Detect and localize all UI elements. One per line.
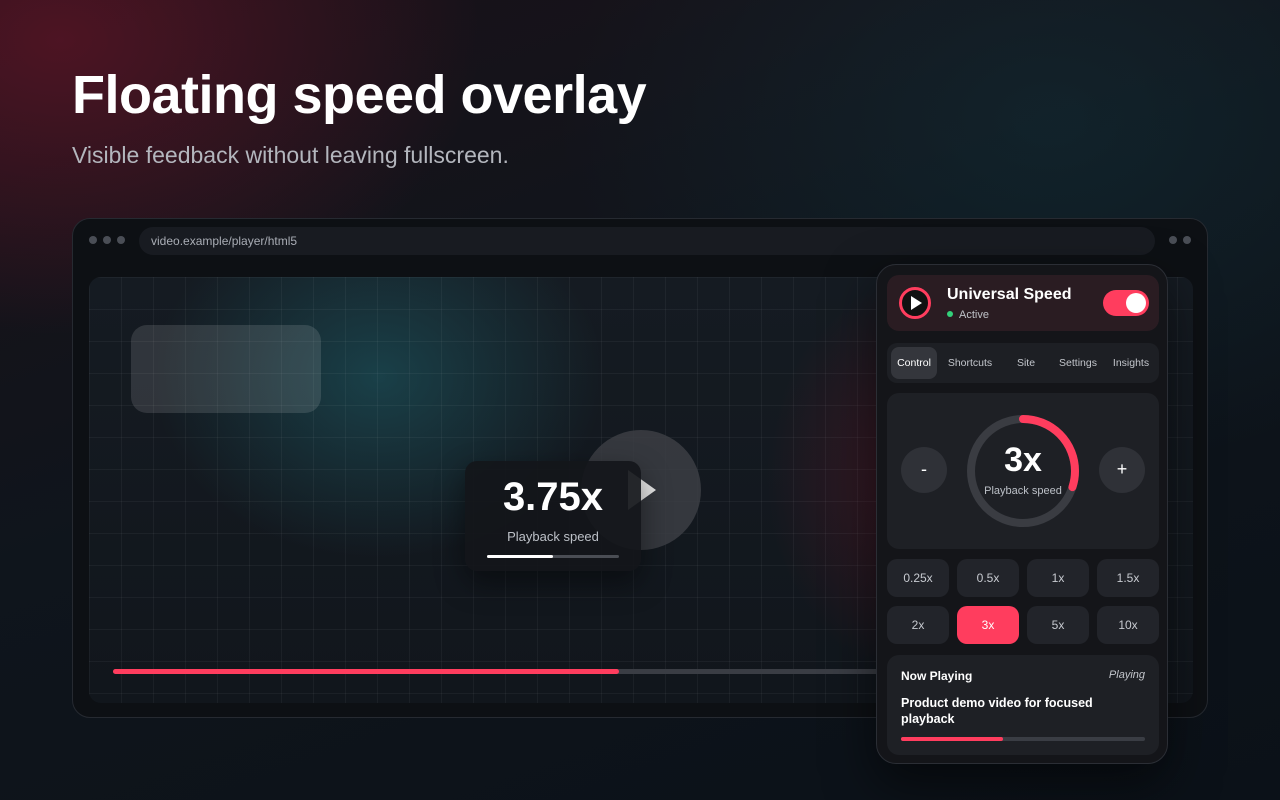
now-playing-description: Product demo video for focused playback: [901, 696, 1093, 726]
browser-toolbar: video.example/player/html5: [73, 219, 1207, 261]
hero-title: Floating speed overlay: [72, 65, 647, 125]
preset-button[interactable]: 0.25x: [887, 559, 949, 597]
tab-shortcuts[interactable]: Shortcuts: [941, 347, 999, 379]
browser-menu-dot-icon[interactable]: [1169, 236, 1177, 244]
preset-button[interactable]: 0.5x: [957, 559, 1019, 597]
overlay-indicator-track: [487, 555, 619, 558]
playback-status: Playing: [1108, 669, 1145, 681]
current-speed-label: Playback speed: [984, 485, 1062, 497]
app-logo-icon: [899, 287, 931, 319]
now-playing-title: Now Playing: [901, 669, 973, 683]
overlay-speed-value: 3.75x: [502, 475, 604, 519]
now-playing-progress[interactable]: [901, 737, 1145, 741]
tab-site[interactable]: Site: [1003, 347, 1049, 379]
speed-control-card: - 3x Playback speed +: [887, 393, 1159, 549]
preset-button-selected[interactable]: 3x: [957, 606, 1019, 644]
popup-header: Universal Speed Active: [887, 275, 1159, 331]
address-bar[interactable]: video.example/player/html5: [139, 227, 1155, 255]
browser-menu-dot-icon[interactable]: [1183, 236, 1191, 244]
tab-control[interactable]: Control: [891, 347, 937, 379]
status-text: Active: [959, 309, 989, 321]
status-indicator: Active: [947, 309, 989, 321]
now-playing-card: Now Playing Playing Product demo video f…: [887, 655, 1159, 755]
preset-button[interactable]: 1x: [1027, 559, 1089, 597]
status-dot-icon: [947, 311, 953, 317]
window-dot-icon[interactable]: [89, 236, 97, 244]
preset-button[interactable]: 10x: [1097, 606, 1159, 644]
preset-button[interactable]: 5x: [1027, 606, 1089, 644]
current-speed-value: 3x: [1004, 441, 1042, 479]
preset-button[interactable]: 2x: [887, 606, 949, 644]
floating-speed-overlay: 3.75x Playback speed: [465, 461, 641, 571]
window-dot-icon[interactable]: [117, 236, 125, 244]
preset-button[interactable]: 1.5x: [1097, 559, 1159, 597]
video-progress-fill: [113, 669, 619, 674]
window-dot-icon[interactable]: [103, 236, 111, 244]
placeholder-card: [131, 325, 321, 413]
tab-insights[interactable]: Insights: [1107, 347, 1155, 379]
hero-subtitle: Visible feedback without leaving fullscr…: [72, 142, 509, 168]
toggle-knob: [1126, 293, 1146, 313]
extension-popup: Universal Speed Active Control Shortcuts…: [876, 264, 1168, 764]
decrease-speed-button[interactable]: -: [901, 447, 947, 493]
app-name: Universal Speed: [947, 286, 1072, 303]
tab-settings[interactable]: Settings: [1053, 347, 1103, 379]
popup-tabs: Control Shortcuts Site Settings Insights: [887, 343, 1159, 383]
enable-toggle[interactable]: [1103, 290, 1149, 316]
overlay-indicator-fill: [487, 555, 553, 558]
overlay-speed-label: Playback speed: [507, 529, 599, 544]
increase-speed-button[interactable]: +: [1099, 447, 1145, 493]
now-playing-progress-fill: [901, 737, 1004, 741]
video-progress-bar[interactable]: [113, 669, 903, 674]
